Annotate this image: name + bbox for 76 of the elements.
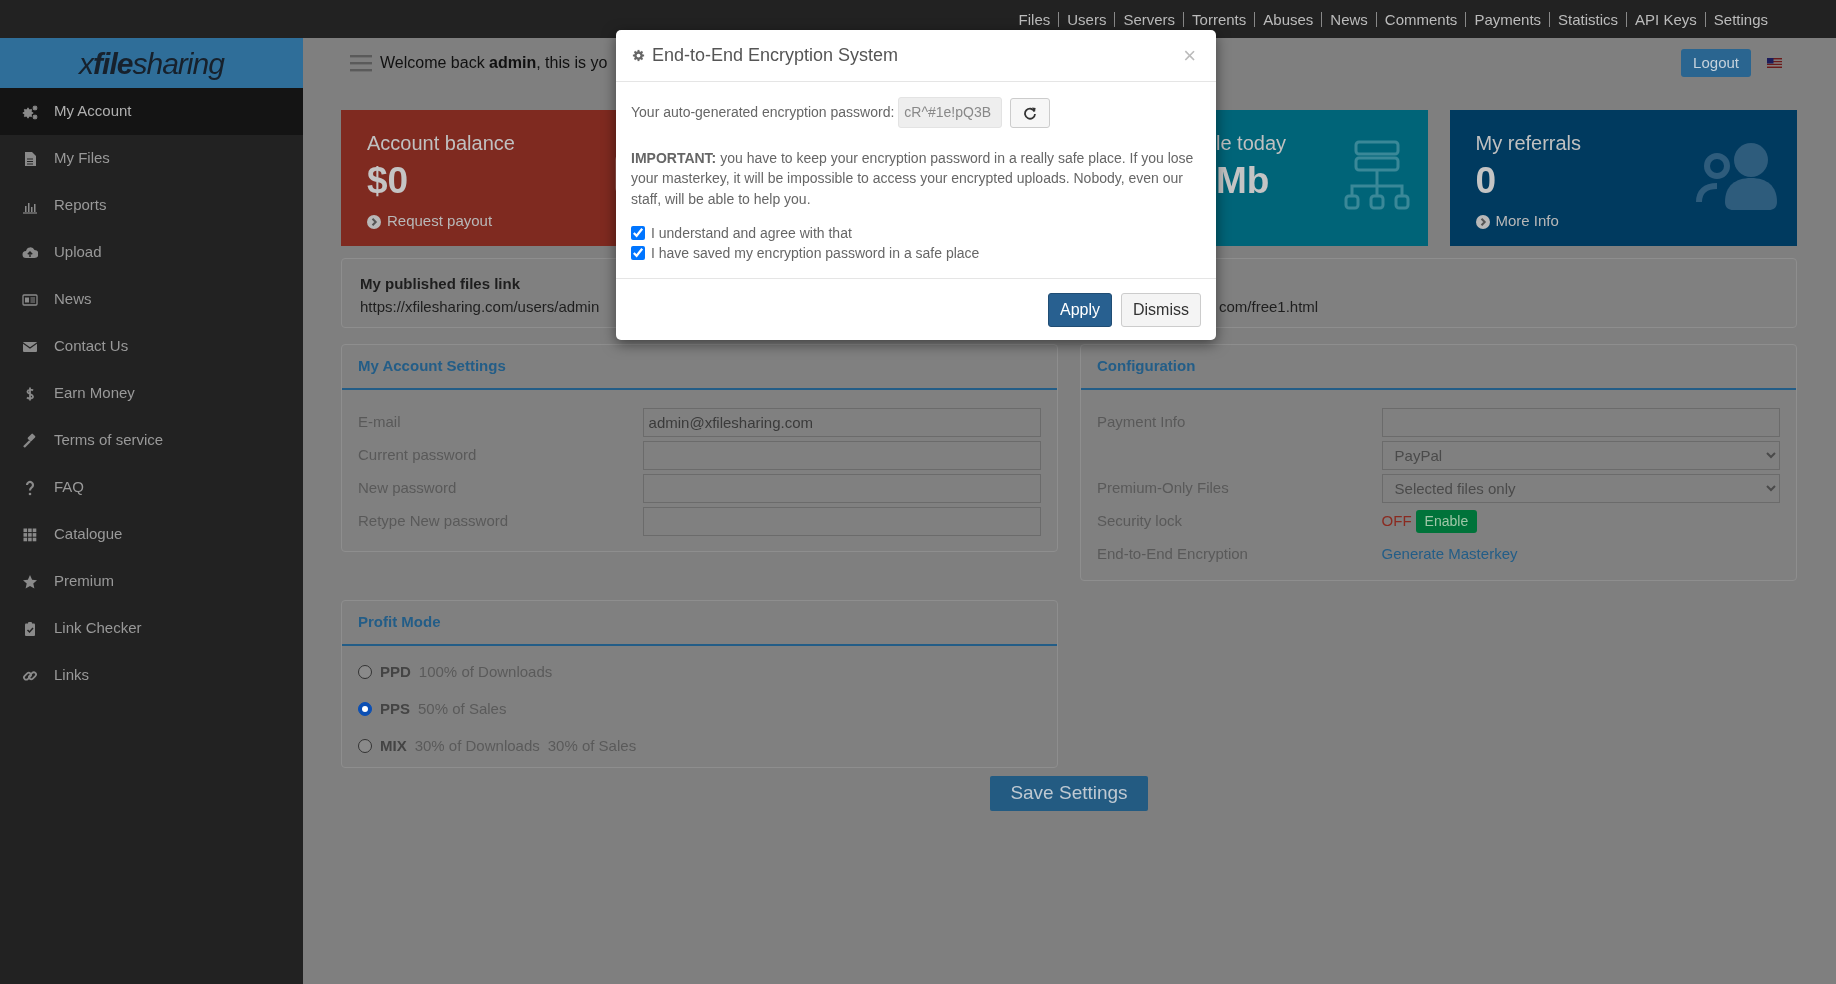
sidebar-item[interactable]: Contact Us [0, 323, 303, 370]
radio-button[interactable] [358, 702, 372, 716]
logout-button[interactable]: Logout [1681, 48, 1751, 78]
file-icon [22, 150, 38, 167]
nav-link[interactable]: Statistics [1550, 11, 1628, 27]
nav-link[interactable]: Torrents [1184, 11, 1256, 27]
dismiss-button[interactable]: Dismiss [1121, 292, 1201, 327]
card-title: le today [1216, 131, 1287, 156]
option-code: PPS [380, 698, 410, 719]
star-icon [22, 573, 38, 590]
checkbox-label: I have saved my encryption password in a safe place [651, 243, 980, 263]
sidebar-item[interactable]: Premium [0, 558, 303, 605]
card-title: My referrals [1475, 131, 1582, 156]
card-value: 0 [1475, 159, 1497, 203]
radio-button[interactable] [358, 665, 372, 679]
menu-icon[interactable] [350, 54, 372, 72]
link-url: com/free1.html [1219, 296, 1319, 317]
sidebar-item[interactable]: FAQ [0, 464, 303, 511]
sidebar-item[interactable]: My Account [0, 88, 303, 135]
refresh-icon [1023, 105, 1038, 120]
chevron-icon [367, 214, 381, 229]
refresh-button[interactable] [1010, 97, 1051, 128]
gears-icon [22, 103, 38, 120]
nav-link[interactable]: Comments [1376, 11, 1467, 27]
published-link-label: My published files link [360, 274, 522, 294]
sidebar-item[interactable]: Reports [0, 182, 303, 229]
nav-link[interactable]: Payments [1466, 11, 1551, 27]
gavel-icon [22, 432, 38, 449]
nav-link[interactable]: Files [1010, 11, 1060, 27]
sidebar-item[interactable]: Upload [0, 229, 303, 276]
clipboard-check-icon [22, 620, 38, 637]
card-value: $0 [367, 159, 409, 203]
panel-heading: Profit Mode [342, 601, 1057, 646]
input-field[interactable]: admin@xfilesharing.com [642, 407, 1041, 437]
sidebar-item[interactable]: Terms of service [0, 417, 303, 464]
card-title: Account balance [367, 131, 515, 156]
chevron-icon [1475, 214, 1490, 229]
option-code: MIX [380, 735, 407, 756]
sidebar-item[interactable]: My Files [0, 135, 303, 182]
save-settings-button[interactable]: Save Settings [990, 776, 1148, 811]
nav-link[interactable]: Users [1059, 11, 1116, 27]
enable-button[interactable]: Enable [1415, 509, 1478, 533]
apply-button[interactable]: Apply [1047, 292, 1112, 327]
card-link[interactable]: Request payout [367, 210, 493, 233]
nav-link[interactable]: API Keys [1627, 11, 1706, 27]
panel-heading: My Account Settings [342, 345, 1057, 390]
nav-link[interactable]: News [1322, 11, 1377, 27]
option-code: PPD [380, 661, 411, 682]
panel-heading: Configuration [1081, 345, 1796, 390]
nav-link[interactable]: Servers [1115, 11, 1185, 27]
sitemap-icon [1343, 140, 1410, 212]
welcome-text: Welcome back admin, this is yo [380, 53, 608, 73]
sidebar-item[interactable]: Earn Money [0, 370, 303, 417]
sidebar-item[interactable]: News [0, 276, 303, 323]
sidebar-item[interactable]: Links [0, 652, 303, 699]
checkbox[interactable] [631, 225, 645, 240]
sidebar-item[interactable]: Link Checker [0, 605, 303, 652]
status-text: OFF [1381, 510, 1412, 531]
gear-icon [631, 48, 646, 63]
grid-icon [22, 526, 38, 543]
users-icon [1695, 140, 1779, 212]
checkbox[interactable] [631, 245, 645, 260]
nav-link[interactable]: Abuses [1255, 11, 1323, 27]
card-value: Mb [1216, 159, 1270, 203]
flag-icon[interactable] [1767, 58, 1782, 68]
sidebar-item[interactable]: Catalogue [0, 511, 303, 558]
cloud-upload-icon [22, 244, 38, 261]
modal-title: End-to-End Encryption System [652, 44, 899, 67]
nav-link[interactable]: Settings [1705, 11, 1776, 27]
card-link[interactable]: More Info [1475, 210, 1559, 233]
radio-button[interactable] [358, 739, 372, 753]
password-label: Your auto-generated encryption password: [631, 103, 895, 122]
newspaper-icon [22, 291, 38, 308]
password-field[interactable]: cR^#1e!pQ3B [898, 97, 1003, 128]
checkbox-label: I understand and agree with that [651, 223, 852, 243]
notice-text: IMPORTANT: you have to keep your encryption password in a really safe place. If you lose your masterkey, it will be impossible to access your encrypted uploads. Nobody, even our staff, will be able to help you. [631, 149, 1195, 209]
